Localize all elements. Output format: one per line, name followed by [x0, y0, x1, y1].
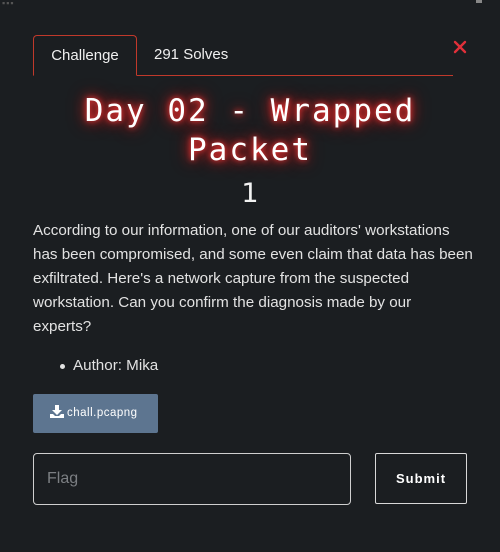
corner-dots-decoration: ▪▪▪	[2, 0, 15, 8]
file-name-label: chall.pcapng	[67, 407, 138, 419]
author-item: Author: Mika	[33, 354, 158, 378]
challenge-title: Day 02 - Wrapped Packet	[84, 93, 416, 168]
author-list: Author: Mika	[33, 354, 158, 378]
close-button[interactable]	[452, 39, 468, 55]
flag-input[interactable]	[33, 453, 351, 505]
corner-marker-decoration	[476, 0, 482, 3]
download-icon	[50, 405, 64, 418]
challenge-description: According to our information, one of our…	[33, 222, 473, 335]
submit-button[interactable]: Submit	[375, 453, 467, 504]
tab-challenge[interactable]: Challenge	[33, 35, 137, 76]
tab-solves[interactable]: 291 Solves	[154, 35, 228, 75]
download-file-button[interactable]: chall.pcapng	[33, 394, 158, 433]
challenge-tabs: Challenge 291 Solves	[33, 35, 453, 76]
challenge-points: 1	[241, 178, 259, 209]
challenge-modal: ▪▪▪ Challenge 291 Solves Day 02 - Wrappe…	[0, 0, 500, 552]
close-icon	[453, 40, 467, 54]
